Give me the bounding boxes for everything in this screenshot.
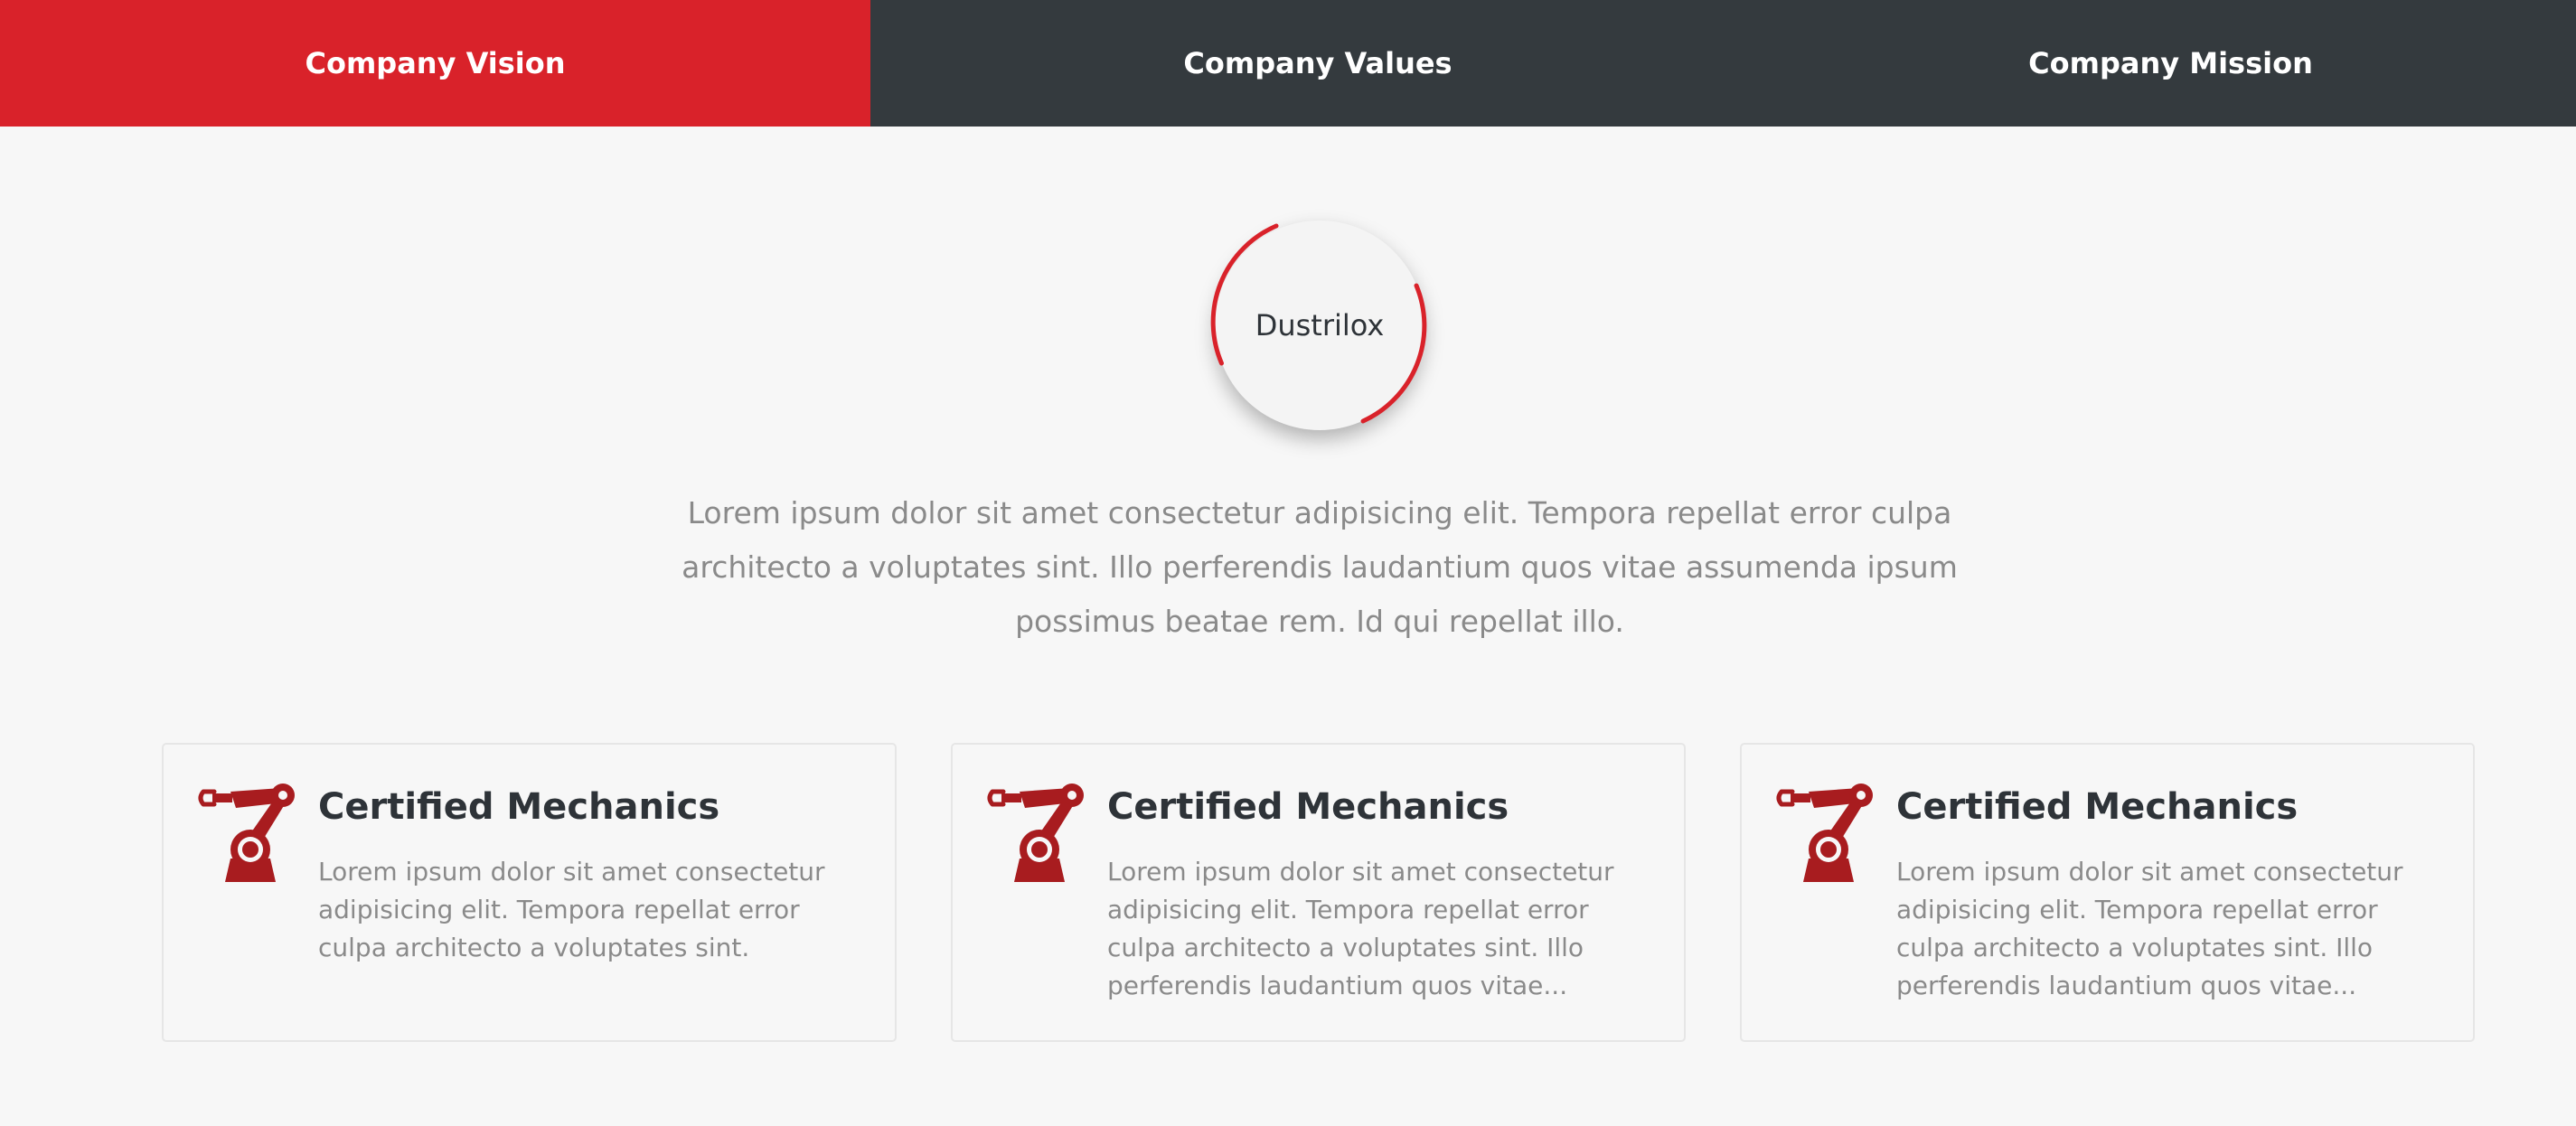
card-title: Certified Mechanics	[1896, 786, 2299, 828]
feature-card: Certified Mechanics Lorem ipsum dolor si…	[162, 743, 897, 1042]
card-text: Lorem ipsum dolor sit amet consectetur a…	[1107, 857, 1614, 1000]
card-text: Lorem ipsum dolor sit amet consectetur a…	[318, 857, 825, 962]
robot-arm-icon	[1776, 784, 1873, 882]
tab-bar: Company Vision Company Values Company Mi…	[0, 0, 2576, 127]
company-logo-badge: Dustrilox	[1208, 214, 1431, 436]
robot-arm-icon	[987, 784, 1084, 882]
card-title: Certified Mechanics	[1107, 786, 1509, 828]
feature-card: Certified Mechanics Lorem ipsum dolor si…	[1740, 743, 2475, 1042]
tab-label: Company Vision	[305, 46, 566, 80]
feature-card: Certified Mechanics Lorem ipsum dolor si…	[951, 743, 1686, 1042]
logo-ring-accent	[1210, 223, 1427, 424]
card-title: Certified Mechanics	[318, 786, 720, 828]
card-text: Lorem ipsum dolor sit amet consectetur a…	[1896, 857, 2403, 1000]
robot-arm-icon	[198, 784, 295, 882]
tab-label: Company Values	[1183, 46, 1453, 80]
tab-company-vision[interactable]: Company Vision	[0, 0, 870, 127]
tab-company-mission[interactable]: Company Mission	[1765, 0, 2576, 127]
intro-paragraph: Lorem ipsum dolor sit amet consectetur a…	[682, 495, 1958, 639]
tab-company-values[interactable]: Company Values	[870, 0, 1765, 127]
tab-label: Company Mission	[2028, 46, 2313, 80]
